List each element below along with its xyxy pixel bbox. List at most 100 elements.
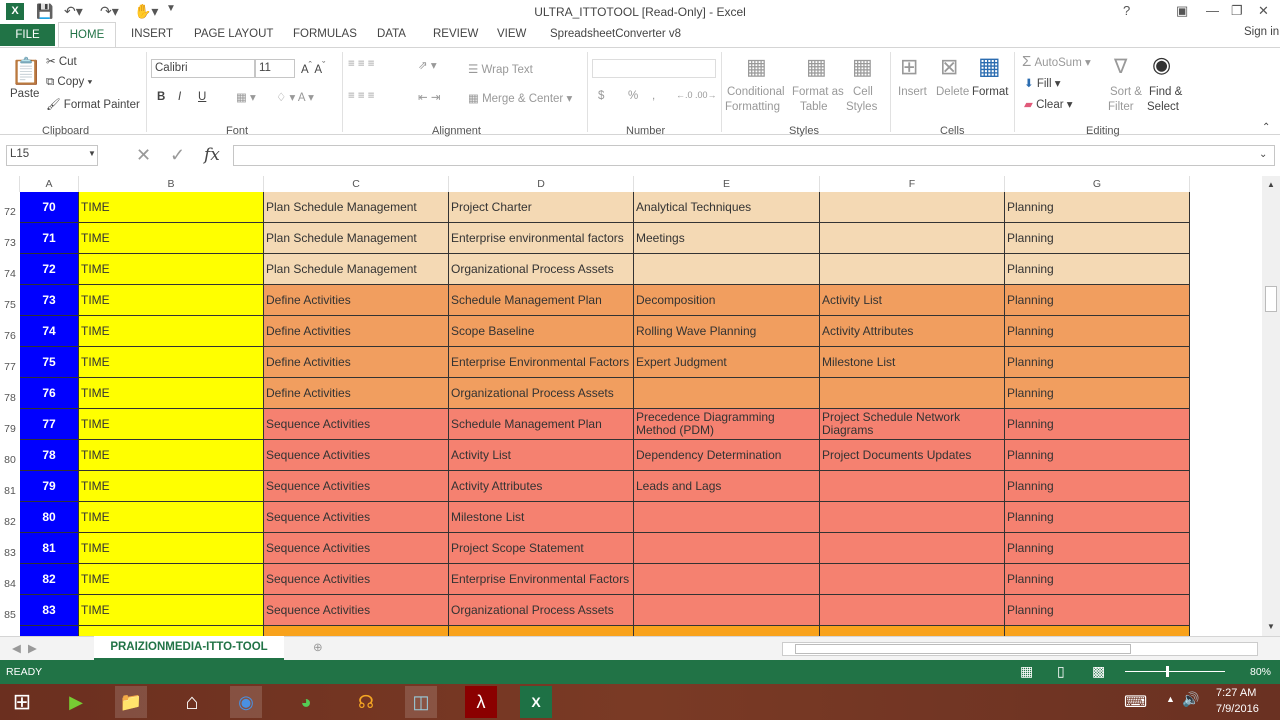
cell-styles-icon[interactable]: ▦ — [852, 54, 873, 80]
merge-center-button[interactable]: ▦ Merge & Center ▾ — [468, 91, 572, 105]
cell-f-partial[interactable] — [820, 626, 1005, 636]
cell-f[interactable] — [820, 192, 1005, 223]
cell-b[interactable]: TIME — [79, 316, 264, 347]
wrap-text-button[interactable]: ☰ Wrap Text — [468, 62, 533, 76]
delete-cells-button[interactable]: Delete — [936, 86, 969, 98]
cell-f[interactable]: Activity Attributes — [820, 316, 1005, 347]
cell-g[interactable]: Planning — [1005, 347, 1190, 378]
cell-e[interactable] — [634, 564, 820, 595]
scroll-up-icon[interactable]: ▲ — [1267, 180, 1275, 189]
cell-e[interactable] — [634, 595, 820, 626]
cell-a[interactable]: 73 — [20, 285, 79, 316]
cell-f[interactable] — [820, 533, 1005, 564]
cell-a[interactable]: 83 — [20, 595, 79, 626]
cell-d[interactable]: Enterprise Environmental Factors — [449, 347, 634, 378]
delete-cells-icon[interactable]: ⊠ — [940, 54, 958, 80]
find-select-icon[interactable]: ◉ — [1152, 52, 1171, 78]
borders-icon[interactable]: ▦ ▾ — [236, 90, 256, 104]
cell-g[interactable]: Planning — [1005, 471, 1190, 502]
page-break-view-icon[interactable]: ▩ — [1092, 663, 1105, 680]
format-cells-button[interactable]: Format — [972, 86, 1008, 98]
minimize-icon[interactable]: — — [1206, 3, 1219, 18]
cell-f[interactable]: Milestone List — [820, 347, 1005, 378]
tab-spreadsheetconverter[interactable]: SpreadsheetConverter v8 — [550, 28, 681, 40]
clock-date[interactable]: 7/9/2016 — [1216, 703, 1259, 715]
number-format-select[interactable] — [592, 59, 716, 78]
cell-g[interactable]: Planning — [1005, 595, 1190, 626]
zoom-level[interactable]: 80% — [1250, 666, 1271, 678]
cell-a[interactable]: 74 — [20, 316, 79, 347]
cell-f[interactable] — [820, 223, 1005, 254]
cell-d[interactable]: Project Scope Statement — [449, 533, 634, 564]
cell-c[interactable]: Plan Schedule Management — [264, 254, 449, 285]
cell-g[interactable]: Planning — [1005, 378, 1190, 409]
format-as-table-button[interactable]: Format as — [792, 86, 844, 98]
tab-review[interactable]: REVIEW — [433, 28, 478, 40]
cell-c[interactable]: Plan Schedule Management — [264, 223, 449, 254]
cell-e[interactable]: Decomposition — [634, 285, 820, 316]
cell-c[interactable]: Plan Schedule Management — [264, 192, 449, 223]
cell-b[interactable]: TIME — [79, 347, 264, 378]
underline-button[interactable]: U — [198, 91, 206, 103]
cell-b[interactable]: TIME — [79, 471, 264, 502]
help-icon[interactable]: ? — [1123, 3, 1130, 18]
column-header-b[interactable]: B — [79, 176, 264, 192]
app-blue-icon[interactable]: ◫ — [405, 686, 437, 718]
maximize-icon[interactable]: ❐ — [1231, 3, 1243, 19]
sign-in-link[interactable]: Sign in — [1244, 26, 1279, 38]
clock-time[interactable]: 7:27 AM — [1216, 687, 1256, 699]
name-box-dropdown-icon[interactable]: ▼ — [88, 149, 96, 158]
cell-e[interactable] — [634, 502, 820, 533]
tab-home[interactable]: HOME — [58, 22, 116, 48]
cut-button[interactable]: ✂ Cut — [46, 54, 77, 68]
row-header[interactable]: 85 — [0, 609, 20, 621]
cell-b[interactable]: TIME — [79, 502, 264, 533]
sheet-tab-praizionmedia[interactable]: PRAIZIONMEDIA-ITTO-TOOL — [94, 636, 284, 660]
cell-e[interactable]: Analytical Techniques — [634, 192, 820, 223]
enter-icon[interactable]: ✓ — [170, 145, 185, 166]
keyboard-icon[interactable]: ⌨ — [1124, 692, 1147, 712]
cell-f[interactable]: Project Documents Updates — [820, 440, 1005, 471]
cell-f[interactable] — [820, 564, 1005, 595]
align-left-icons[interactable]: ≡ ≡ ≡ — [348, 90, 375, 102]
cell-b[interactable]: TIME — [79, 533, 264, 564]
cell-g[interactable]: Planning — [1005, 564, 1190, 595]
indent-icons[interactable]: ⇤ ⇥ — [418, 90, 440, 104]
cell-a[interactable]: 82 — [20, 564, 79, 595]
cell-styles-button[interactable]: Cell — [853, 86, 873, 98]
cell-d[interactable]: Scope Baseline — [449, 316, 634, 347]
cell-g[interactable]: Planning — [1005, 502, 1190, 533]
format-as-table-icon[interactable]: ▦ — [806, 54, 827, 80]
cell-b-partial[interactable] — [79, 626, 264, 636]
cell-d[interactable]: Schedule Management Plan — [449, 409, 634, 440]
sheet-prev-icon[interactable]: ◀ — [12, 641, 21, 655]
row-header[interactable]: 74 — [0, 268, 20, 280]
horizontal-scrollbar[interactable] — [782, 642, 1258, 656]
cell-a[interactable]: 76 — [20, 378, 79, 409]
cell-b[interactable]: TIME — [79, 595, 264, 626]
expand-formula-icon[interactable]: ⌄ — [1259, 149, 1267, 160]
show-hidden-icons[interactable]: ▲ — [1166, 694, 1175, 704]
cell-f[interactable] — [820, 471, 1005, 502]
tab-insert[interactable]: INSERT — [131, 28, 173, 40]
fill-button[interactable]: ⬇ Fill ▾ — [1024, 76, 1061, 90]
home-icon[interactable]: ⌂ — [176, 686, 208, 718]
cell-d-partial[interactable] — [449, 626, 634, 636]
name-box[interactable]: L15 — [6, 145, 98, 166]
cell-d[interactable]: Enterprise Environmental Factors — [449, 564, 634, 595]
cell-e[interactable]: Dependency Determination — [634, 440, 820, 471]
cell-e[interactable]: Precedence Diagramming Method (PDM) — [634, 409, 820, 440]
row-header[interactable]: 76 — [0, 330, 20, 342]
cell-d[interactable]: Enterprise environmental factors — [449, 223, 634, 254]
headphones-icon[interactable]: ☊ — [350, 686, 382, 718]
row-header[interactable]: 82 — [0, 516, 20, 528]
cell-c[interactable]: Define Activities — [264, 285, 449, 316]
collapse-ribbon-icon[interactable]: ⌃ — [1262, 122, 1270, 133]
cell-d[interactable]: Project Charter — [449, 192, 634, 223]
cell-e[interactable]: Rolling Wave Planning — [634, 316, 820, 347]
cell-d[interactable]: Activity List — [449, 440, 634, 471]
cell-d[interactable]: Milestone List — [449, 502, 634, 533]
normal-view-icon[interactable]: ▦ — [1020, 663, 1033, 680]
italic-button[interactable]: I — [178, 91, 181, 103]
autosum-button[interactable]: Σ AutoSum ▾ — [1022, 53, 1091, 70]
